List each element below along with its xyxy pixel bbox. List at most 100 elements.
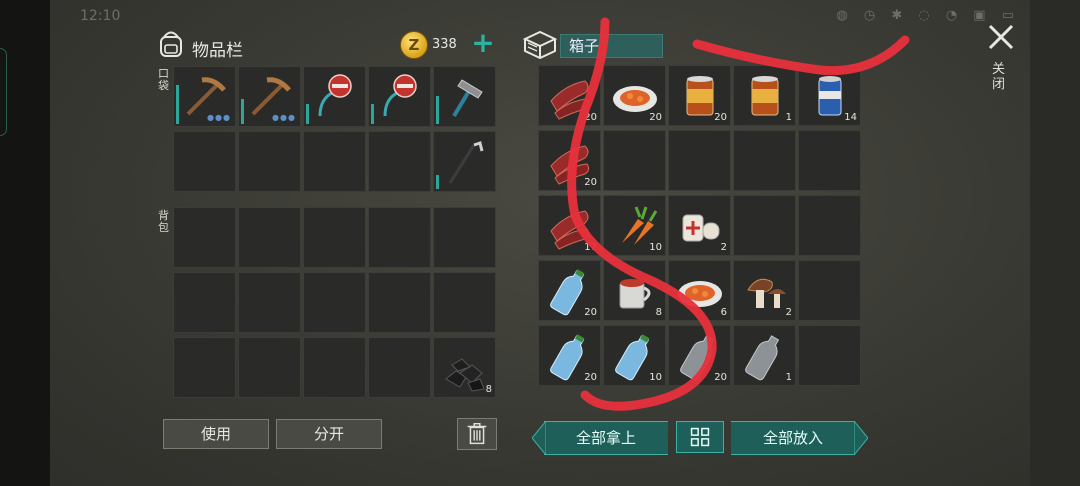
durability-bar: [241, 99, 244, 124]
inventory-slot[interactable]: [238, 337, 301, 398]
box-slot[interactable]: [733, 130, 796, 191]
mushroom-icon: [747, 278, 786, 308]
grid-icon: [690, 427, 710, 447]
item-count: 1: [785, 112, 792, 123]
durability-bar: [436, 96, 439, 124]
box-name-field[interactable]: 箱子: [560, 34, 663, 58]
box-slot[interactable]: 6: [668, 260, 731, 321]
inventory-slot[interactable]: [238, 131, 301, 192]
item-count: 2: [785, 307, 792, 318]
backpack-label: 背包: [158, 209, 169, 234]
box-slot[interactable]: [798, 325, 861, 386]
trash-button[interactable]: [457, 418, 497, 450]
status-bar: 12:10 ◍ ◷ ✱ ◌ ◔ ▣ ▭: [80, 8, 1020, 28]
inventory-slot[interactable]: [368, 66, 431, 127]
box-slot[interactable]: 20: [603, 65, 666, 126]
inventory-slot[interactable]: [368, 337, 431, 398]
stew-plate-icon: [678, 281, 722, 307]
put-all-button[interactable]: 全部放入: [731, 421, 855, 455]
box-slot[interactable]: 1: [733, 65, 796, 126]
use-button[interactable]: 使用: [163, 419, 269, 449]
sign-hook-icon: [318, 74, 352, 117]
box-slot[interactable]: [798, 130, 861, 191]
close-icon[interactable]: [986, 22, 1016, 52]
screen-bezel-right: [1030, 0, 1080, 486]
item-count: 1: [785, 372, 792, 383]
box-slot[interactable]: 10: [603, 195, 666, 256]
box-slot[interactable]: 14: [798, 65, 861, 126]
inventory-slot[interactable]: [303, 272, 366, 333]
durability-bar: [436, 175, 439, 189]
inventory-slot[interactable]: [173, 337, 236, 398]
inventory-slot[interactable]: [433, 272, 496, 333]
take-all-button[interactable]: 全部拿上: [544, 421, 668, 455]
status-icons: ◍ ◷ ✱ ◌ ◔ ▣ ▭: [836, 8, 1020, 23]
inventory-slot[interactable]: [303, 207, 366, 268]
inventory-slot[interactable]: [238, 207, 301, 268]
durability-bar: [371, 104, 374, 124]
box-slot[interactable]: 20: [538, 130, 601, 191]
item-count: 2: [720, 242, 727, 253]
inventory-title: 物品栏: [192, 41, 243, 61]
pockets-label: 口袋: [158, 67, 169, 92]
box-slot[interactable]: 20: [538, 65, 601, 126]
box-slot[interactable]: 10: [603, 325, 666, 386]
inventory-slot[interactable]: [433, 131, 496, 192]
box-slot[interactable]: 20: [538, 260, 601, 321]
inventory-slot[interactable]: [433, 66, 496, 127]
add-coins-button[interactable]: +: [470, 29, 496, 57]
hammer-icon: [452, 79, 483, 118]
quality-dots: ●●●: [272, 113, 296, 122]
box-slot[interactable]: [668, 130, 731, 191]
box-slot[interactable]: [603, 130, 666, 191]
inventory-slot[interactable]: 8: [433, 337, 496, 398]
item-count: 20: [714, 112, 727, 123]
coal-icon: [445, 358, 485, 392]
item-count: 20: [714, 372, 727, 383]
tea-mug-icon: [619, 279, 651, 309]
item-count: 20: [584, 372, 597, 383]
box-slot[interactable]: 20: [668, 325, 731, 386]
item-count: 10: [649, 372, 662, 383]
inventory-slot[interactable]: [303, 66, 366, 127]
inventory-slot[interactable]: ●●●: [238, 66, 301, 127]
split-button[interactable]: 分开: [276, 419, 382, 449]
box-slot[interactable]: 20: [668, 65, 731, 126]
storage-box-icon: [523, 30, 557, 59]
inventory-slot[interactable]: [303, 337, 366, 398]
inventory-slot[interactable]: [173, 131, 236, 192]
durability-bar: [176, 85, 179, 124]
inventory-slot[interactable]: [433, 207, 496, 268]
item-count: 20: [584, 177, 597, 188]
box-slot[interactable]: [798, 260, 861, 321]
sort-grid-button[interactable]: [676, 421, 724, 453]
inventory-slot[interactable]: ●●●: [173, 66, 236, 127]
item-count: 20: [649, 112, 662, 123]
inventory-slot[interactable]: [173, 207, 236, 268]
inventory-slot[interactable]: [173, 272, 236, 333]
item-count: 8: [655, 307, 662, 318]
close-label[interactable]: 关闭: [992, 62, 1006, 92]
quality-dots: ●●●: [207, 113, 231, 122]
sign-hook-icon: [383, 74, 417, 117]
inventory-slot[interactable]: [303, 131, 366, 192]
inventory-slot[interactable]: [368, 272, 431, 333]
inventory-slot[interactable]: [368, 207, 431, 268]
inventory-slot[interactable]: [368, 131, 431, 192]
box-slot[interactable]: 20: [538, 325, 601, 386]
box-slot[interactable]: 1: [733, 325, 796, 386]
bandage-icon: [682, 214, 720, 242]
inventory-slot[interactable]: [238, 272, 301, 333]
box-slot[interactable]: 8: [603, 260, 666, 321]
item-count: 17: [584, 242, 597, 253]
box-slot[interactable]: 2: [668, 195, 731, 256]
trash-icon: [467, 422, 487, 445]
item-count: 6: [720, 307, 727, 318]
box-slot[interactable]: [798, 195, 861, 256]
take-all-arrow: [532, 421, 546, 455]
box-slot[interactable]: 2: [733, 260, 796, 321]
box-slot[interactable]: [733, 195, 796, 256]
item-count: 20: [584, 112, 597, 123]
box-slot[interactable]: 17: [538, 195, 601, 256]
coin-icon: Z: [400, 31, 428, 59]
